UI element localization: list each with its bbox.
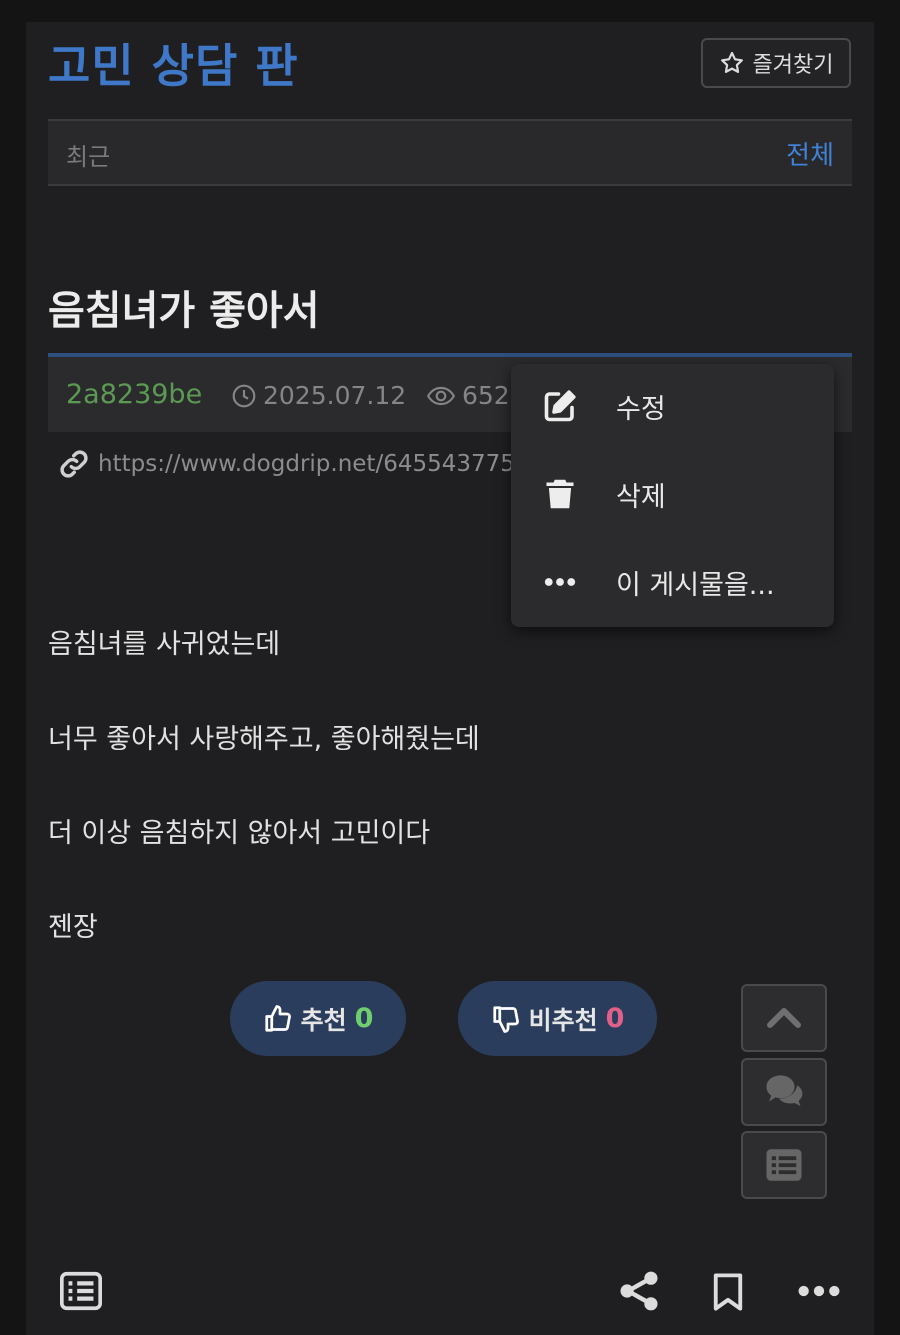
- post-body-line-1: 음침녀를 사귀었는데: [48, 629, 281, 660]
- share-button[interactable]: [617, 1268, 661, 1314]
- post-body-line-2: 너무 좋아서 사랑해주고, 좋아해줬는데: [48, 724, 480, 755]
- edit-icon: [541, 387, 579, 425]
- post-views-count: 652: [462, 381, 510, 410]
- more-options-button[interactable]: [795, 1268, 843, 1314]
- list-view-button[interactable]: [741, 1131, 827, 1199]
- post-body-line-4: 젠장: [48, 912, 98, 943]
- star-icon: [720, 51, 743, 73]
- menu-item-delete-label: 삭제: [616, 481, 666, 513]
- scroll-top-button[interactable]: [741, 984, 827, 1052]
- favorite-label: 즐겨찾기: [752, 53, 834, 78]
- share-icon: [620, 1271, 658, 1311]
- downvote-label: 비추천: [528, 1005, 598, 1035]
- list-icon: [60, 1271, 102, 1311]
- board-title[interactable]: 고민 상담 판: [48, 30, 299, 96]
- downvote-button[interactable]: 비추천 0: [458, 981, 657, 1056]
- bookmark-icon: [713, 1273, 743, 1311]
- list-icon: [766, 1149, 802, 1181]
- post-views: 652: [426, 381, 510, 410]
- link-icon: [60, 450, 88, 478]
- tab-all[interactable]: 전체: [786, 135, 834, 172]
- post-date-text: 2025.07.12: [263, 381, 407, 410]
- menu-item-edit-label: 수정: [616, 393, 666, 425]
- upvote-count: 0: [354, 1003, 374, 1034]
- bookmark-button[interactable]: [707, 1268, 749, 1316]
- clock-icon: [232, 384, 256, 407]
- board-list-button[interactable]: [58, 1268, 104, 1314]
- upvote-button[interactable]: 추천 0: [230, 981, 406, 1056]
- downvote-count: 0: [605, 1003, 625, 1034]
- post-body-line-3: 더 이상 음침하지 않아서 고민이다: [48, 818, 431, 849]
- post-date: 2025.07.12: [231, 381, 406, 410]
- menu-item-more[interactable]: 이 게시물을...: [511, 547, 834, 617]
- menu-item-delete[interactable]: 삭제: [511, 459, 834, 529]
- post-title: 음침녀가 좋아서: [48, 288, 320, 334]
- menu-item-edit[interactable]: 수정: [511, 371, 834, 441]
- more-dots-icon: [541, 563, 579, 601]
- more-dots-icon: [798, 1285, 840, 1297]
- thumbs-up-icon: [264, 1004, 291, 1032]
- comments-icon: [766, 1075, 803, 1107]
- post-link[interactable]: https://www.dogdrip.net/645543775: [58, 448, 515, 480]
- post-url[interactable]: https://www.dogdrip.net/645543775: [98, 451, 515, 477]
- comments-button[interactable]: [741, 1058, 827, 1126]
- thumbs-down-icon: [492, 1005, 519, 1033]
- tab-bar: 최근 전체: [48, 119, 852, 186]
- upvote-label: 추천: [300, 1005, 347, 1035]
- trash-icon: [541, 475, 579, 513]
- chevron-up-icon: [767, 1008, 801, 1028]
- post-context-menu: 수정 삭제 이 게시물을...: [511, 364, 834, 627]
- menu-item-more-label: 이 게시물을...: [616, 569, 775, 601]
- author-name[interactable]: 2a8239be: [66, 379, 202, 410]
- tab-recent[interactable]: 최근: [66, 137, 110, 172]
- eye-icon: [426, 386, 456, 405]
- favorite-button[interactable]: 즐겨찾기: [701, 38, 851, 88]
